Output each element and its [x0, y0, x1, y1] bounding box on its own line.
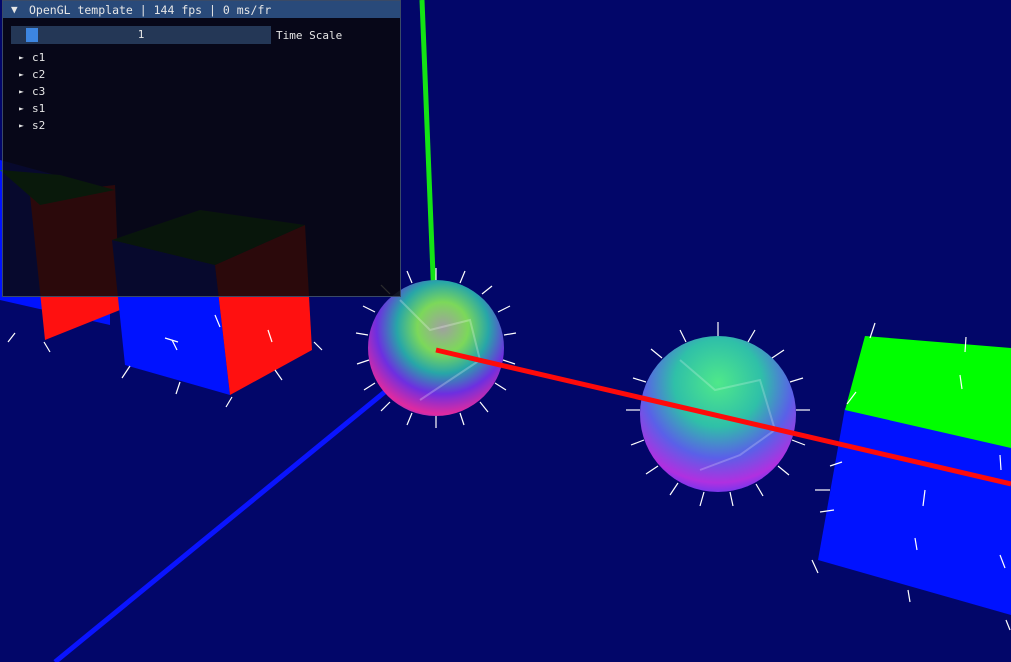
- expand-arrow-icon[interactable]: ►: [19, 104, 32, 113]
- window-titlebar[interactable]: ▼ OpenGL template | 144 fps | 0 ms/fr: [3, 1, 400, 18]
- time-scale-slider[interactable]: 1: [11, 26, 271, 44]
- tree-node-label: c3: [32, 85, 46, 98]
- expand-arrow-icon[interactable]: ►: [19, 121, 32, 130]
- z-axis: [53, 348, 438, 662]
- tree-node-c3[interactable]: ► c3: [19, 83, 45, 100]
- window-title: OpenGL template | 144 fps | 0 ms/fr: [29, 2, 272, 17]
- object-tree: ► c1 ► c2 ► c3 ► s1 ► s2: [19, 49, 45, 134]
- tree-node-label: s2: [32, 119, 46, 132]
- tree-node-label: c2: [32, 68, 46, 81]
- time-scale-row: 1 Time Scale: [11, 26, 342, 44]
- collapse-arrow-icon[interactable]: ▼: [11, 3, 23, 16]
- expand-arrow-icon[interactable]: ►: [19, 70, 32, 79]
- tree-node-label: s1: [32, 102, 46, 115]
- imgui-window[interactable]: ▼ OpenGL template | 144 fps | 0 ms/fr 1 …: [2, 0, 401, 297]
- tree-node-s1[interactable]: ► s1: [19, 100, 45, 117]
- tree-node-c2[interactable]: ► c2: [19, 66, 45, 83]
- expand-arrow-icon[interactable]: ►: [19, 53, 32, 62]
- sphere-s1: [368, 280, 504, 416]
- time-scale-value: 1: [137, 28, 145, 41]
- tree-node-s2[interactable]: ► s2: [19, 117, 45, 134]
- tree-node-label: c1: [32, 51, 46, 64]
- tree-node-c1[interactable]: ► c1: [19, 49, 45, 66]
- expand-arrow-icon[interactable]: ►: [19, 87, 32, 96]
- time-scale-label: Time Scale: [276, 28, 343, 42]
